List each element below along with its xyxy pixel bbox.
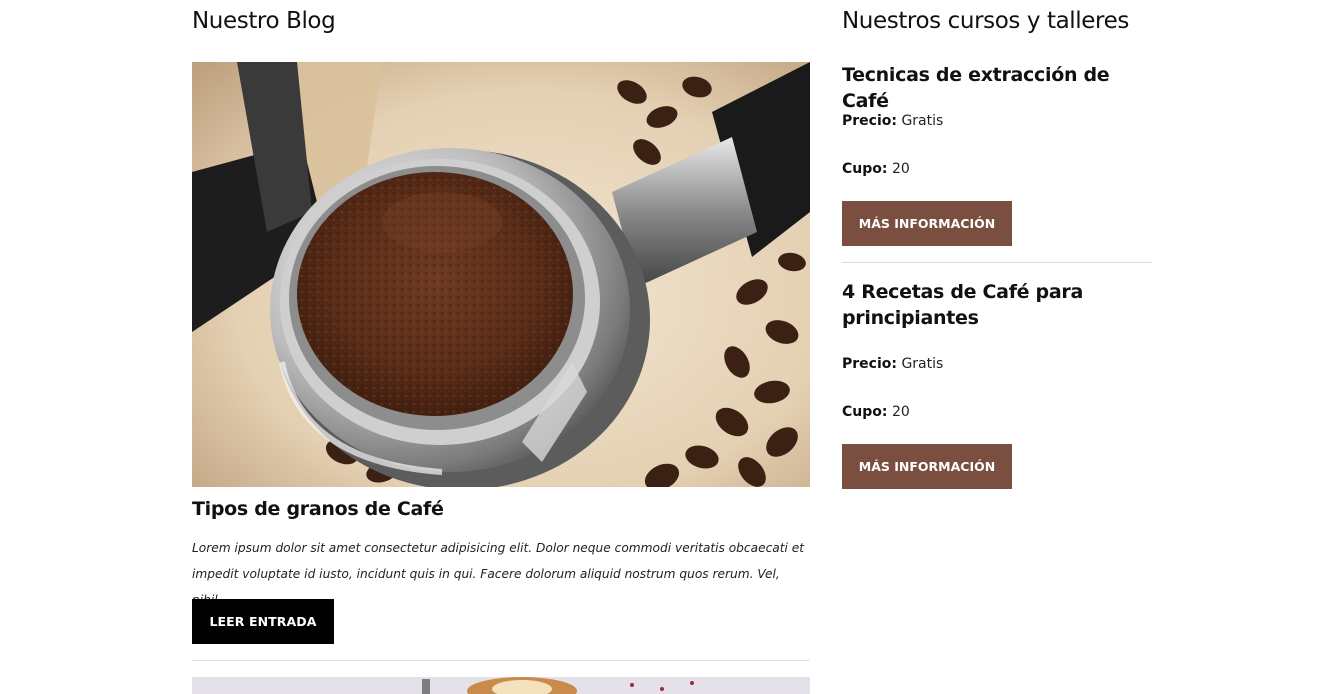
more-info-button[interactable]: MÁS INFORMACIÓN	[842, 201, 1012, 246]
more-info-button[interactable]: MÁS INFORMACIÓN	[842, 444, 1012, 489]
coffee-portafilter-photo	[192, 62, 810, 487]
next-blog-post-image[interactable]	[192, 677, 810, 694]
blog-post-image[interactable]	[192, 62, 810, 487]
price-label: Precio:	[842, 356, 897, 372]
cupo-value: 20	[891, 404, 910, 420]
course-cupo: Cupo: 20	[842, 161, 910, 177]
course-price: Precio: Gratis	[842, 113, 943, 129]
blog-heading: Nuestro Blog	[192, 8, 336, 34]
coffee-dessert-photo	[192, 677, 810, 694]
page: Nuestro Blog Tipos de granos de Café Lor…	[0, 0, 1343, 694]
read-post-button[interactable]: LEER ENTRADA	[192, 599, 334, 644]
course-price: Precio: Gratis	[842, 356, 943, 372]
price-value: Gratis	[901, 356, 944, 372]
price-value: Gratis	[901, 113, 944, 129]
cupo-label: Cupo:	[842, 404, 888, 420]
divider	[192, 660, 810, 661]
course-title[interactable]: Tecnicas de extracción de Café	[842, 62, 1152, 114]
price-label: Precio:	[842, 113, 897, 129]
cupo-label: Cupo:	[842, 161, 888, 177]
divider	[842, 262, 1152, 263]
course-title[interactable]: 4 Recetas de Café para principiantes	[842, 279, 1152, 331]
courses-heading: Nuestros cursos y talleres	[842, 8, 1129, 34]
blog-post-title[interactable]: Tipos de granos de Café	[192, 498, 444, 520]
course-cupo: Cupo: 20	[842, 404, 910, 420]
cupo-value: 20	[891, 161, 910, 177]
